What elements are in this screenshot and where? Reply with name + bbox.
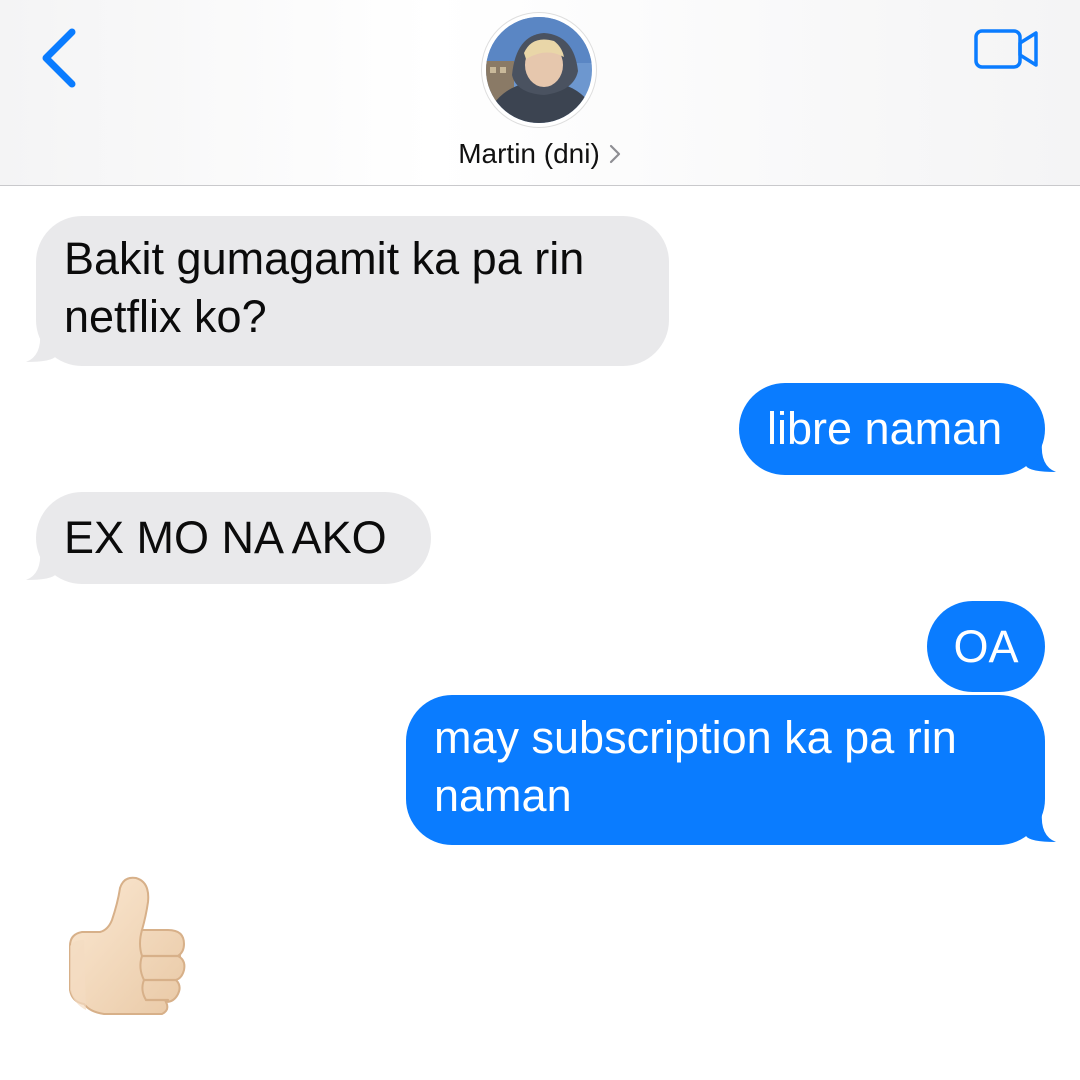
conversation-header: Martin (dni)	[0, 0, 1080, 186]
video-call-button[interactable]	[970, 24, 1044, 74]
chevron-right-icon	[609, 144, 620, 163]
thumbs-up-icon	[69, 876, 186, 1015]
message-incoming[interactable]: EX MO NA AKO	[36, 492, 431, 584]
back-button[interactable]	[34, 24, 94, 94]
message-text: Bakit gumagamit ka pa rin netflix ko?	[64, 233, 585, 342]
contact-name: Martin (dni)	[458, 138, 600, 169]
video-camera-icon	[974, 29, 1038, 69]
message-emoji[interactable]	[64, 872, 196, 1016]
chevron-left-icon	[42, 28, 76, 88]
message-text: EX MO NA AKO	[64, 512, 387, 563]
message-text: libre naman	[767, 403, 1003, 454]
avatar[interactable]	[482, 13, 596, 127]
message-text: may subscription ka pa rin naman	[434, 712, 957, 821]
message-outgoing[interactable]: OA	[927, 601, 1045, 692]
message-incoming[interactable]: Bakit gumagamit ka pa rin netflix ko?	[36, 216, 669, 366]
message-outgoing[interactable]: may subscription ka pa rin naman	[406, 695, 1045, 845]
message-outgoing[interactable]: libre naman	[739, 383, 1045, 475]
message-text: OA	[953, 621, 1019, 672]
contact-name-button[interactable]: Martin (dni)	[0, 138, 1080, 170]
